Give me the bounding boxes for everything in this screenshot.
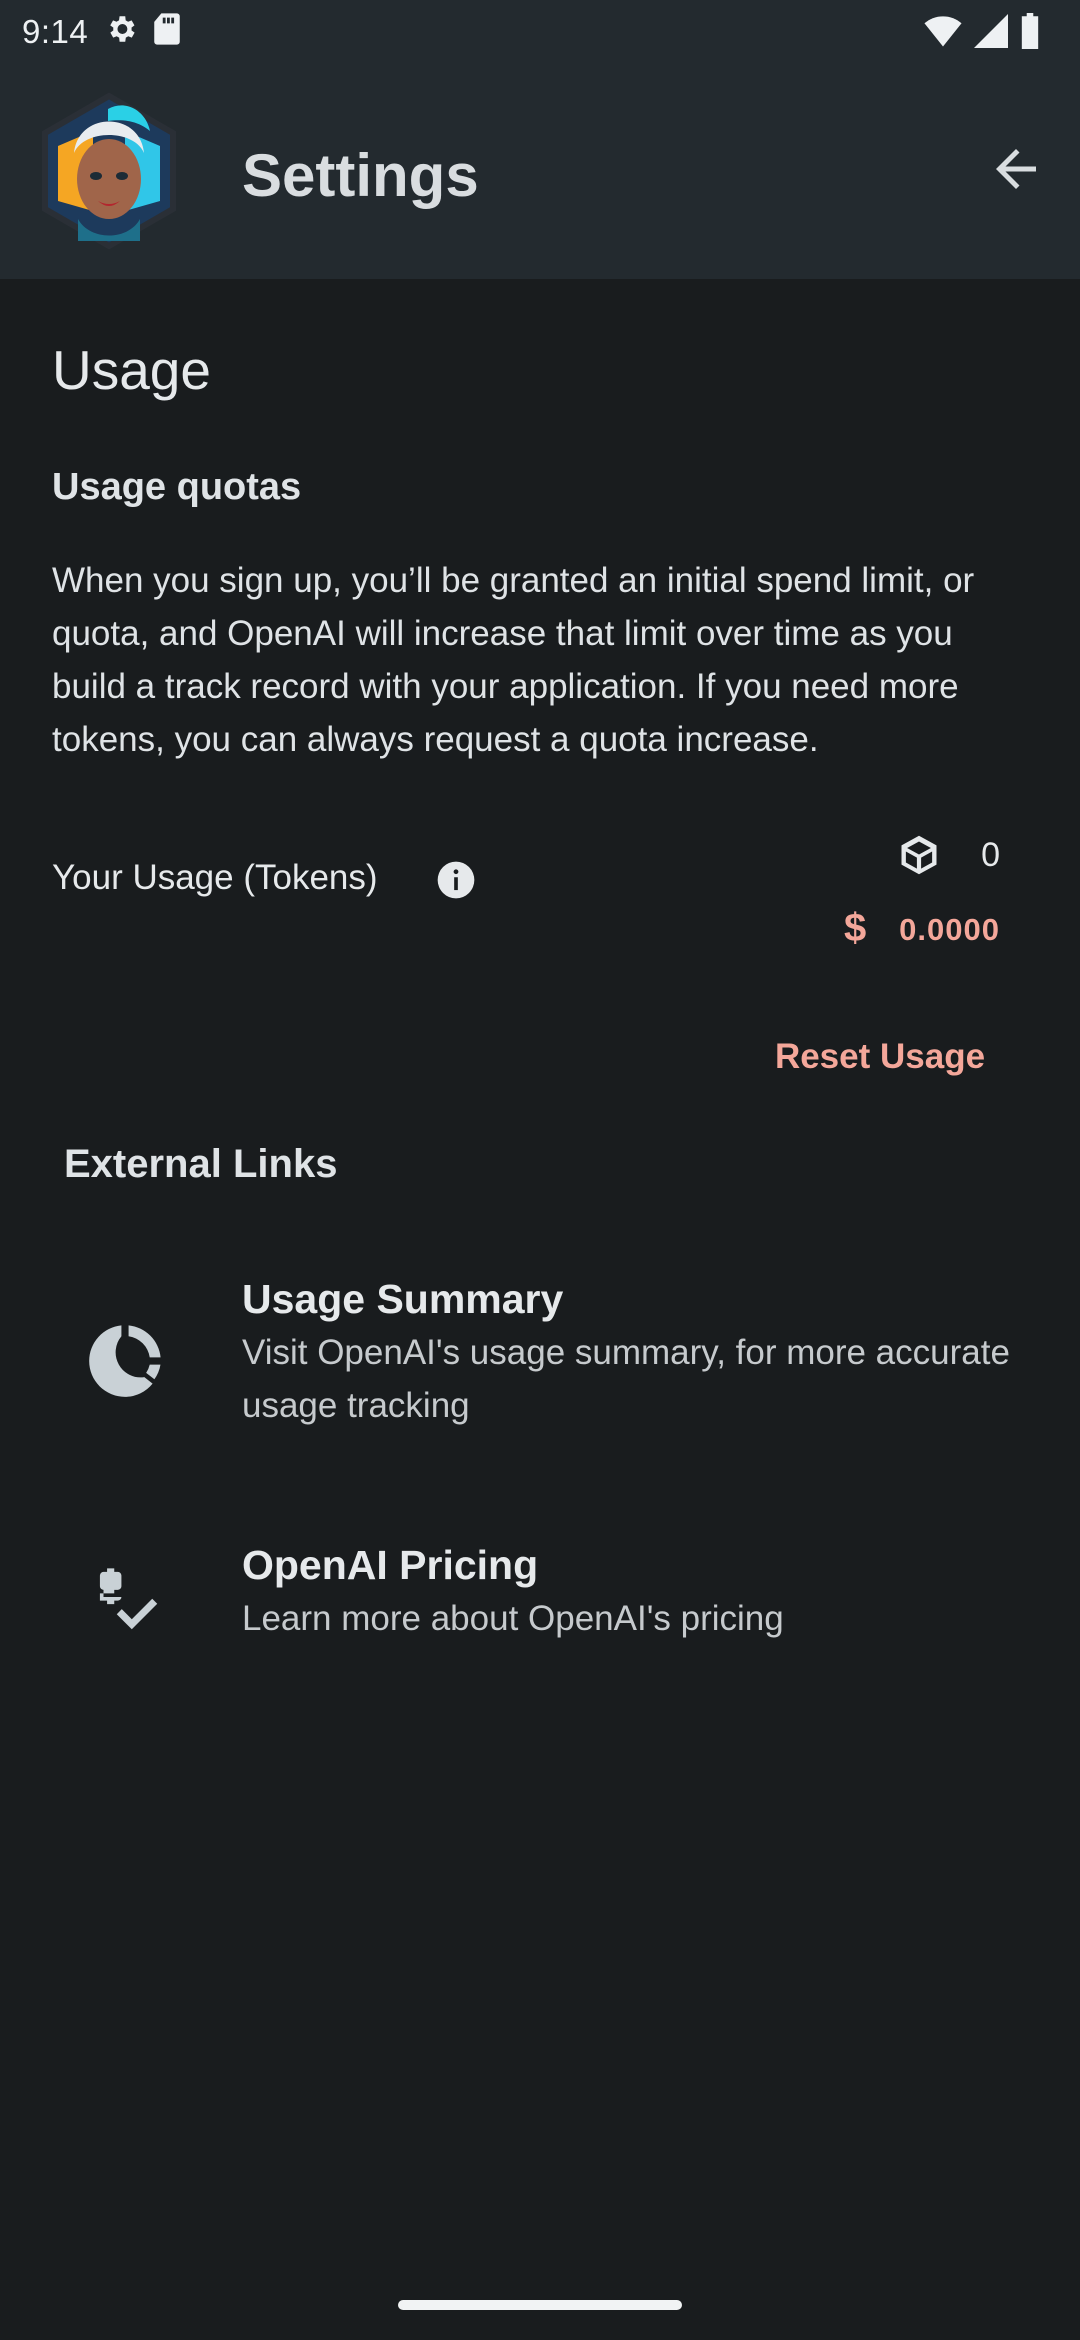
external-links-heading: External Links: [64, 1142, 338, 1186]
link-title: OpenAI Pricing: [242, 1542, 539, 1588]
arrow-back-icon: [986, 139, 1046, 204]
donut-chart-icon: [82, 1318, 168, 1404]
usage-cost: 0.0000: [899, 912, 1000, 947]
usage-quotas-description: When you sign up, you’ll be granted an i…: [52, 561, 975, 759]
usage-tokens-label: Your Usage (Tokens): [52, 858, 378, 897]
usage-heading: Usage: [52, 339, 211, 401]
wifi-icon: [924, 14, 962, 53]
settings-icon: [104, 12, 138, 51]
avatar: [38, 91, 180, 251]
battery-icon: [1020, 13, 1040, 54]
sd-card-icon: [152, 12, 182, 51]
link-title: Usage Summary: [242, 1276, 564, 1322]
back-button[interactable]: [982, 137, 1050, 205]
token-cube-icon: [898, 834, 940, 876]
usage-summary-link[interactable]: Usage Summary Visit OpenAI's usage summa…: [0, 1260, 1080, 1450]
page-title: Settings: [242, 142, 479, 209]
status-bar: 9:14: [0, 0, 1080, 63]
link-subtitle: Visit OpenAI's usage summary, for more a…: [242, 1333, 1010, 1425]
reset-usage-button[interactable]: Reset Usage: [760, 1022, 1000, 1092]
link-subtitle: Learn more about OpenAI's pricing: [242, 1599, 784, 1638]
price-check-icon: [82, 1554, 168, 1640]
usage-quotas-title: Usage quotas: [52, 466, 302, 508]
openai-pricing-link[interactable]: OpenAI Pricing Learn more about OpenAI's…: [0, 1530, 1080, 1680]
home-indicator[interactable]: [398, 2300, 682, 2310]
info-icon[interactable]: [434, 858, 478, 902]
app-bar: Settings: [0, 63, 1080, 279]
token-count: 0: [981, 836, 1000, 874]
dollar-icon: $: [844, 906, 867, 950]
status-time: 9:14: [22, 12, 89, 50]
signal-icon: [974, 14, 1008, 53]
